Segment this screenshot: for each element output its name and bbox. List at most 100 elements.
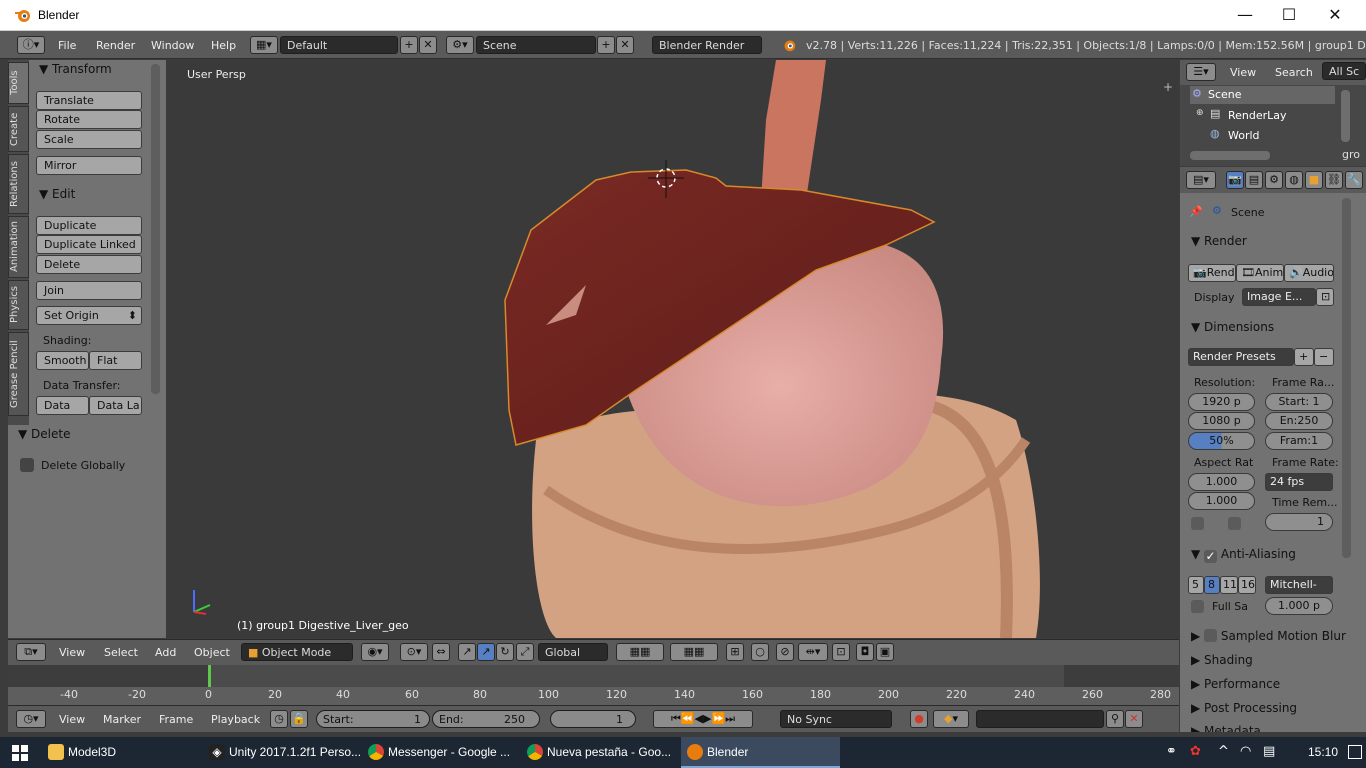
start-frame-field[interactable]: Start: 1 bbox=[316, 710, 430, 728]
tab-animation[interactable]: Animation bbox=[8, 216, 29, 278]
remove-layout-icon[interactable]: ✕ bbox=[419, 36, 437, 54]
info-editor-icon[interactable]: ⓘ▾ bbox=[17, 36, 45, 54]
taskbar-item-model3d[interactable]: Model3D bbox=[42, 737, 197, 768]
aa-samples-11[interactable]: 11 bbox=[1220, 576, 1238, 594]
display-lock-icon[interactable]: ⊡ bbox=[1316, 288, 1334, 306]
menu-add[interactable]: Add bbox=[155, 646, 176, 659]
windows-start-icon[interactable] bbox=[12, 745, 28, 764]
clock[interactable]: 15:10 bbox=[1308, 745, 1338, 759]
scene-icon[interactable]: ⚙▾ bbox=[446, 36, 474, 54]
timeline-editor-icon[interactable]: ◷▾ bbox=[16, 710, 46, 728]
outliner-row-renderlayers[interactable]: ⊕ ▤ RenderLay bbox=[1196, 107, 1336, 125]
mirror-button[interactable]: Mirror bbox=[36, 156, 142, 175]
motion-blur-checkbox[interactable] bbox=[1204, 629, 1218, 642]
keying-set-icon[interactable]: ◆▾ bbox=[933, 710, 969, 728]
fps-select[interactable]: 24 fps bbox=[1265, 473, 1333, 491]
remove-scene-icon[interactable]: ✕ bbox=[616, 36, 634, 54]
render-panel-header[interactable]: ▼ Render bbox=[1191, 234, 1247, 248]
3d-viewport[interactable]: User Persp (1) group1 Digestive_Liver_ge… bbox=[166, 60, 1179, 638]
render-tab-icon[interactable]: 📷 bbox=[1226, 171, 1244, 189]
resolution-percentage-slider[interactable]: 50% bbox=[1188, 432, 1255, 450]
frame-end-field[interactable]: En:250 bbox=[1265, 412, 1333, 430]
translate-manipulator-icon[interactable]: ↗ bbox=[477, 643, 495, 661]
modifiers-tab-icon[interactable]: 🔧 bbox=[1345, 171, 1363, 189]
anti-aliasing-panel-header[interactable]: ▼ ✓ Anti-Aliasing bbox=[1191, 547, 1296, 563]
render-presets-select[interactable]: Render Presets bbox=[1188, 348, 1294, 366]
display-mode-select[interactable]: All Sc bbox=[1322, 62, 1366, 80]
rotate-button[interactable]: Rotate bbox=[36, 110, 142, 129]
taskbar-item-unity[interactable]: ◈ Unity 2017.1.2f1 Perso... bbox=[203, 737, 360, 768]
smooth-button[interactable]: Smooth bbox=[36, 351, 89, 370]
insert-keyframe-icon[interactable]: ⚲ bbox=[1106, 710, 1124, 728]
delete-panel-header[interactable]: ▼ Delete bbox=[18, 427, 70, 441]
editor-type-icon[interactable]: ⧉▾ bbox=[16, 643, 46, 661]
delete-keyframe-icon[interactable]: ✕ bbox=[1125, 710, 1143, 728]
render-anim-button[interactable]: 🎞Anim bbox=[1236, 264, 1284, 282]
properties-scrollbar[interactable] bbox=[1342, 198, 1351, 558]
render-audio-button[interactable]: 🔊Audio bbox=[1284, 264, 1334, 282]
data-layout-button[interactable]: Data La bbox=[89, 396, 142, 415]
set-origin-select[interactable]: Set Origin ⬍ bbox=[36, 306, 142, 325]
scene-field[interactable]: Scene bbox=[476, 36, 596, 54]
remove-preset-icon[interactable]: − bbox=[1314, 348, 1334, 366]
snap-toggle-icon[interactable]: ⊘ bbox=[776, 643, 794, 661]
viewport-shading-icon[interactable]: ◉▾ bbox=[361, 643, 389, 661]
pin-icon[interactable]: 📌 bbox=[1189, 205, 1203, 218]
proportional-edit-icon[interactable]: ○ bbox=[751, 643, 769, 661]
current-frame-field[interactable]: 1 bbox=[550, 710, 636, 728]
scene-tab-icon[interactable]: ⚙ bbox=[1265, 171, 1283, 189]
network-icon[interactable]: ◠ bbox=[1240, 744, 1251, 759]
translate-button[interactable]: Translate bbox=[36, 91, 142, 110]
snap-target-icon[interactable]: ⊡ bbox=[832, 643, 850, 661]
render-image-button[interactable]: 📷Rend bbox=[1188, 264, 1236, 282]
people-icon[interactable]: ⚭ bbox=[1166, 744, 1177, 759]
data-button[interactable]: Data bbox=[36, 396, 89, 415]
scale-manipulator-icon[interactable]: ⤢ bbox=[516, 643, 534, 661]
menu-render[interactable]: Render bbox=[96, 39, 135, 52]
maximize-button[interactable]: ☐ bbox=[1266, 0, 1312, 31]
aspect-x-field[interactable]: 1.000 bbox=[1188, 473, 1255, 491]
shelf-scrollbar[interactable] bbox=[151, 64, 160, 394]
end-frame-field[interactable]: End: 250 bbox=[432, 710, 540, 728]
render-engine-select[interactable]: Blender Render bbox=[652, 36, 762, 54]
layout-field[interactable]: Default bbox=[280, 36, 398, 54]
resolution-x-field[interactable]: 1920 p bbox=[1188, 393, 1255, 411]
transform-panel-header[interactable]: ▼ Transform bbox=[39, 62, 112, 76]
current-frame-marker[interactable] bbox=[208, 665, 211, 687]
tab-physics[interactable]: Physics bbox=[8, 280, 29, 330]
crop-checkbox[interactable] bbox=[1228, 517, 1241, 530]
menu-view[interactable]: View bbox=[59, 646, 85, 659]
menu-select[interactable]: Select bbox=[104, 646, 138, 659]
outliner-row-scene[interactable]: ⚙ Scene bbox=[1190, 86, 1335, 104]
layout-icon[interactable]: ▦▾ bbox=[250, 36, 278, 54]
add-preset-icon[interactable]: + bbox=[1294, 348, 1314, 366]
outliner-row-world[interactable]: ◍ World bbox=[1196, 127, 1336, 145]
show-hidden-icons[interactable]: ^ bbox=[1218, 744, 1229, 759]
frame-step-field[interactable]: Fram:1 bbox=[1265, 432, 1333, 450]
world-tab-icon[interactable]: ◍ bbox=[1285, 171, 1303, 189]
time-remap-field[interactable]: 1 bbox=[1265, 513, 1333, 531]
dimensions-panel-header[interactable]: ▼ Dimensions bbox=[1191, 320, 1274, 334]
sync-mode-select[interactable]: No Sync bbox=[780, 710, 892, 728]
rotate-manipulator-icon[interactable]: ↻ bbox=[496, 643, 514, 661]
record-icon[interactable]: ● bbox=[910, 710, 928, 728]
join-button[interactable]: Join bbox=[36, 281, 142, 300]
resolution-y-field[interactable]: 1080 p bbox=[1188, 412, 1255, 430]
taskbar-item-blender[interactable]: Blender bbox=[681, 737, 840, 768]
mode-select[interactable]: ■ Object Mode bbox=[241, 643, 353, 661]
object-tab-icon[interactable]: ■ bbox=[1305, 171, 1323, 189]
aa-samples-8[interactable]: 8 bbox=[1204, 576, 1220, 594]
outliner-menu-search[interactable]: Search bbox=[1275, 66, 1313, 79]
scene-layers-row2-icon[interactable]: ▦▦ bbox=[670, 643, 718, 661]
manipulator-icon[interactable]: ↗ bbox=[458, 643, 476, 661]
outliner-editor-icon[interactable]: ☰▾ bbox=[1186, 63, 1216, 81]
taskbar-item-messenger[interactable]: Messenger - Google ... bbox=[362, 737, 519, 768]
border-checkbox[interactable] bbox=[1191, 517, 1204, 530]
menu-file[interactable]: File bbox=[58, 39, 76, 52]
layer-lock-icon[interactable]: ⊞ bbox=[726, 643, 744, 661]
lock-icon[interactable]: 🔒 bbox=[290, 710, 308, 728]
timeline-area[interactable] bbox=[8, 665, 1179, 705]
anti-aliasing-checkbox[interactable]: ✓ bbox=[1204, 550, 1218, 563]
post-processing-panel-header[interactable]: ▶ Post Processing bbox=[1191, 701, 1297, 715]
display-select[interactable]: Image E... bbox=[1242, 288, 1316, 306]
